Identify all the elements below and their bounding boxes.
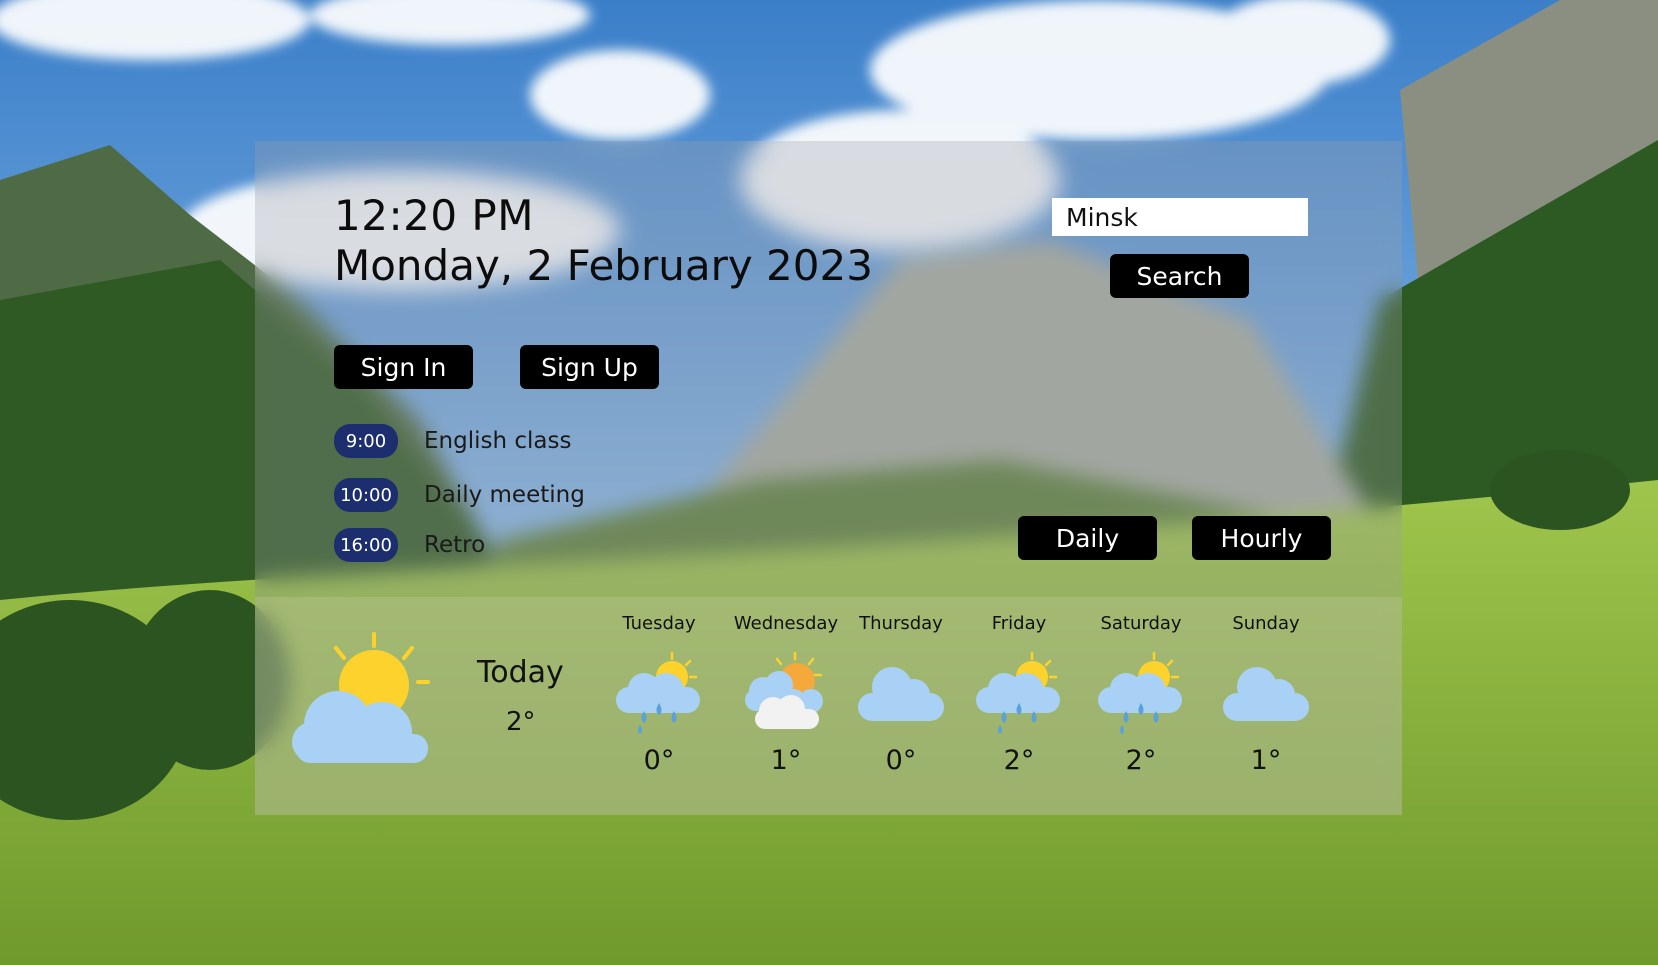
forecast-day-temp: 1° xyxy=(1250,745,1282,776)
forecast-day-temp: 1° xyxy=(770,745,802,776)
forecast-day-name: Sunday xyxy=(1232,613,1300,634)
forecast-day: Sunday 1° xyxy=(1206,613,1326,776)
forecast-day: Saturday 2° xyxy=(1081,613,1201,776)
today-temp: 2° xyxy=(506,707,536,737)
clock-time: 12:20 PM xyxy=(334,191,534,240)
forecast-day-temp: 2° xyxy=(1125,745,1157,776)
sign-up-button[interactable]: Sign Up xyxy=(520,345,659,389)
sun-rain-cloud-icon xyxy=(616,651,700,734)
event-item: 16:00 Retro xyxy=(334,527,485,563)
sun-rain-cloud-icon xyxy=(1098,651,1182,734)
sun-clouds-icon xyxy=(745,651,823,729)
cloud-icon xyxy=(858,667,944,721)
forecast-day: Tuesday 0° xyxy=(599,613,719,776)
clock-date: Monday, 2 February 2023 xyxy=(334,241,873,290)
event-title: Retro xyxy=(424,532,486,558)
panel-top-section: 12:20 PM Monday, 2 February 2023 Search … xyxy=(255,141,1402,597)
forecast-day-temp: 0° xyxy=(643,745,675,776)
today-label: Today xyxy=(477,655,564,690)
sun-cloud-icon xyxy=(292,632,430,763)
event-item: 9:00 English class xyxy=(334,423,571,459)
search-button[interactable]: Search xyxy=(1110,254,1249,298)
event-time-badge: 16:00 xyxy=(334,528,398,562)
city-search-input[interactable] xyxy=(1052,198,1308,236)
forecast-day-temp: 2° xyxy=(1003,745,1035,776)
forecast-day: Friday 2° xyxy=(959,613,1079,776)
event-title: English class xyxy=(424,428,572,454)
forecast-strip: Today 2° Tuesday 0° Wednesday 1° Thursda… xyxy=(255,597,1402,815)
hourly-view-button[interactable]: Hourly xyxy=(1192,516,1331,560)
forecast-day: Wednesday 1° xyxy=(726,613,846,776)
sun-rain-cloud-icon xyxy=(976,651,1060,734)
event-title: Daily meeting xyxy=(424,482,585,508)
daily-view-button[interactable]: Daily xyxy=(1018,516,1157,560)
forecast-day-temp: 0° xyxy=(885,745,917,776)
forecast-day: Thursday 0° xyxy=(841,613,961,776)
cloud-icon xyxy=(1223,667,1309,721)
forecast-day-name: Friday xyxy=(991,613,1047,634)
weather-panel: 12:20 PM Monday, 2 February 2023 Search … xyxy=(255,141,1402,815)
event-time-badge: 9:00 xyxy=(334,424,398,458)
forecast-day-name: Saturday xyxy=(1100,613,1182,634)
forecast-day-name: Tuesday xyxy=(622,613,696,634)
forecast-day-name: Wednesday xyxy=(733,613,839,634)
event-item: 10:00 Daily meeting xyxy=(334,477,585,513)
sign-in-button[interactable]: Sign In xyxy=(334,345,473,389)
forecast-day-name: Thursday xyxy=(859,613,943,634)
event-time-badge: 10:00 xyxy=(334,478,398,512)
